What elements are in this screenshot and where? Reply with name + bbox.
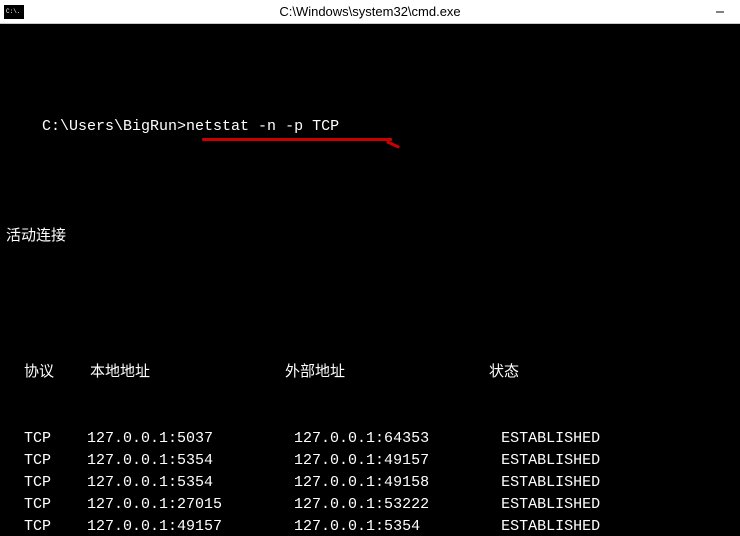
cmd-icon: C:\.: [4, 5, 24, 19]
column-headers: 协议 本地地址 外部地址 状态: [6, 362, 734, 384]
command-prompt-line: C:\Users\BigRun>netstat -n -p TCP: [42, 116, 339, 138]
connection-rows: TCP 127.0.0.1:5037 127.0.0.1:64353 ESTAB…: [6, 428, 734, 536]
table-row: TCP 127.0.0.1:5037 127.0.0.1:64353 ESTAB…: [6, 428, 734, 450]
table-row: TCP 127.0.0.1:49157 127.0.0.1:5354 ESTAB…: [6, 516, 734, 536]
table-row: TCP 127.0.0.1:5354 127.0.0.1:49158 ESTAB…: [6, 472, 734, 494]
window-controls: [700, 0, 740, 23]
minimize-button[interactable]: [700, 0, 740, 23]
prompt-path: C:\Users\BigRun>: [42, 118, 186, 135]
table-row: TCP 127.0.0.1:5354 127.0.0.1:49157 ESTAB…: [6, 450, 734, 472]
table-row: TCP 127.0.0.1:27015 127.0.0.1:53222 ESTA…: [6, 494, 734, 516]
window-title: C:\Windows\system32\cmd.exe: [279, 4, 460, 19]
terminal-output[interactable]: C:\Users\BigRun>netstat -n -p TCP 活动连接 协…: [0, 24, 740, 536]
cmd-window: C:\. C:\Windows\system32\cmd.exe C:\User…: [0, 0, 740, 536]
section-title: 活动连接: [6, 226, 734, 248]
red-underline-annotation: [202, 138, 392, 141]
command-text: netstat -n -p TCP: [186, 118, 339, 135]
title-bar[interactable]: C:\. C:\Windows\system32\cmd.exe: [0, 0, 740, 24]
